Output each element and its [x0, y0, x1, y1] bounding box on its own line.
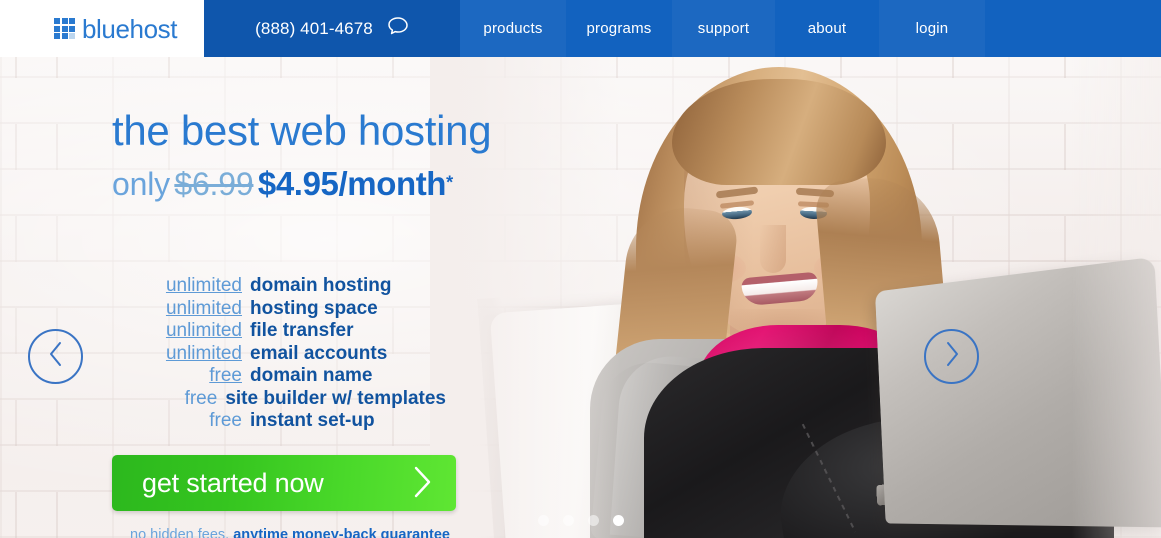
carousel-dots	[0, 515, 1161, 526]
feature-qualifier: free	[209, 410, 242, 431]
nav-label-login: login	[915, 20, 949, 37]
price-prefix: only	[112, 166, 170, 202]
feature-qualifier[interactable]: unlimited	[166, 275, 242, 296]
money-back-guarantee-link[interactable]: anytime money-back guarantee	[233, 527, 450, 538]
list-item: unlimited hosting space	[0, 298, 446, 321]
nav-item-products[interactable]: products	[460, 0, 566, 57]
carousel-dot-4[interactable]	[612, 515, 624, 526]
feature-label: file transfer	[250, 320, 354, 341]
nav-label-products: products	[483, 20, 543, 37]
logo-text: bluehost	[82, 13, 178, 44]
carousel-dot-3[interactable]	[587, 515, 599, 526]
feature-label: domain name	[250, 365, 373, 386]
feature-qualifier: free	[184, 387, 218, 409]
hero-price-line: only $6.99 $4.95/month*	[112, 167, 453, 200]
get-started-label: get started now	[142, 467, 324, 498]
price-asterisk: *	[446, 172, 454, 193]
list-item: unlimited domain hosting	[0, 275, 446, 298]
hair-fringe	[672, 79, 886, 185]
fineprint-text: no hidden fees,	[130, 527, 230, 538]
feature-qualifier[interactable]: unlimited	[166, 320, 242, 341]
nav-filler	[985, 0, 1161, 57]
chevron-left-icon	[47, 341, 65, 372]
hero-banner: the best web hosting only $6.99 $4.95/mo…	[0, 57, 1161, 538]
main-nav: products programs support about login	[460, 0, 1161, 57]
feature-label: site builder w/ templates	[225, 387, 446, 409]
feature-qualifier[interactable]: unlimited	[166, 343, 242, 364]
nav-item-programs[interactable]: programs	[566, 0, 672, 57]
chat-bubble-icon[interactable]	[387, 16, 409, 41]
feature-label: instant set-up	[250, 410, 375, 431]
hero-headline: the best web hosting	[112, 107, 492, 154]
feature-label: email accounts	[250, 342, 388, 364]
carousel-dot-2[interactable]	[562, 515, 574, 526]
page-root: bluehost (888) 401-4678 products program…	[0, 0, 1161, 538]
nav-item-login[interactable]: login	[879, 0, 985, 57]
logo[interactable]: bluehost	[0, 0, 204, 57]
grid-logo-icon	[54, 18, 75, 39]
list-item: free site builder w/ templates	[0, 388, 446, 411]
list-item: free instant set-up	[0, 410, 446, 433]
fineprint: no hidden fees, anytime money-back guara…	[130, 527, 450, 538]
chevron-right-icon	[943, 341, 961, 372]
nav-label-about: about	[807, 20, 847, 37]
nav-item-support[interactable]: support	[672, 0, 775, 57]
carousel-next-button[interactable]	[924, 329, 979, 384]
feature-label: hosting space	[250, 297, 378, 319]
nav-label-programs: programs	[586, 20, 652, 37]
chevron-right-icon	[412, 465, 434, 502]
hero-copy: the best web hosting only $6.99 $4.95/mo…	[0, 57, 560, 538]
phone-number: (888) 401-4678	[255, 18, 373, 38]
nose	[760, 225, 786, 273]
phone-block[interactable]: (888) 401-4678	[204, 0, 460, 57]
carousel-prev-button[interactable]	[28, 329, 83, 384]
nav-label-support: support	[697, 20, 750, 37]
nav-item-about[interactable]: about	[775, 0, 879, 57]
photo-fade-right	[1071, 57, 1161, 538]
feature-label: domain hosting	[250, 275, 392, 296]
carousel-dot-1[interactable]	[537, 515, 549, 526]
site-header: bluehost (888) 401-4678 products program…	[0, 0, 1161, 57]
get-started-button[interactable]: get started now	[112, 455, 456, 511]
price-old: $6.99	[174, 166, 254, 202]
feature-qualifier[interactable]: free	[209, 365, 242, 386]
price-new: $4.95/month	[257, 165, 447, 202]
feature-qualifier[interactable]: unlimited	[166, 298, 242, 319]
